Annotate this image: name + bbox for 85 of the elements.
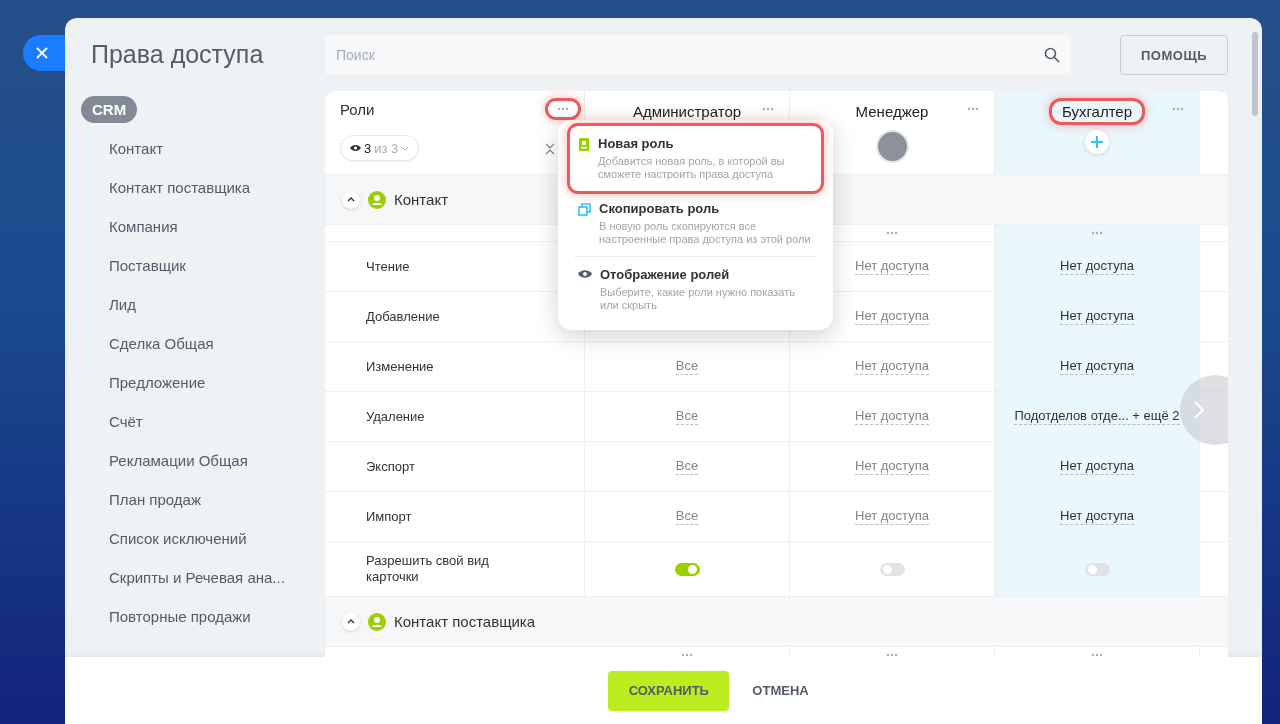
- sidebar-item[interactable]: Рекламации Общая: [109, 441, 248, 480]
- chevron-icon: [347, 197, 355, 202]
- scrollbar[interactable]: [1252, 32, 1258, 116]
- add-user-button[interactable]: [1085, 130, 1109, 154]
- access-value[interactable]: Нет доступа: [855, 258, 929, 275]
- caret-icon: [401, 145, 410, 151]
- menu-item[interactable]: Новая роль Добавится новая роль, в которой вы сможете настроить права доступа: [570, 126, 821, 191]
- access-value[interactable]: Нет доступа: [1060, 308, 1134, 325]
- more-icon: [886, 231, 898, 235]
- search-icon: [1044, 47, 1060, 63]
- menu-item[interactable]: Скопировать роль В новую роль скопируются все настроенные права доступа из этой роли: [570, 191, 821, 256]
- more-icon: [557, 107, 569, 111]
- toggle-switch[interactable]: [674, 562, 700, 576]
- access-value[interactable]: Нет доступа: [855, 358, 929, 375]
- permission-label: Экспорт: [366, 458, 416, 475]
- eye-icon: [578, 269, 592, 279]
- roles-filter[interactable]: 3 из 3: [340, 135, 420, 161]
- more-icon: [762, 107, 774, 111]
- chevron-icon: [347, 619, 355, 624]
- permission-label: Чтение: [366, 258, 411, 275]
- more-button[interactable]: [548, 101, 578, 117]
- more-icon: [1172, 107, 1184, 111]
- user-icon: [368, 612, 386, 631]
- sidebar-item[interactable]: Список исключений: [109, 519, 247, 558]
- plus-icon: [1090, 135, 1104, 149]
- access-value[interactable]: Нет доступа: [855, 408, 929, 425]
- role-name: Администратор: [631, 102, 743, 122]
- access-value[interactable]: Нет доступа: [855, 308, 929, 325]
- more-icon: [886, 653, 898, 657]
- collapse-icon[interactable]: [545, 143, 555, 155]
- sidebar-item[interactable]: Повторные продажи: [109, 597, 251, 636]
- access-value[interactable]: Нет доступа: [855, 458, 929, 475]
- access-value[interactable]: Все: [675, 458, 699, 475]
- menu-item[interactable]: Отображение ролей Выберите, какие роли нужно показать или скрыть: [570, 257, 821, 322]
- contact-card-icon: [578, 138, 590, 151]
- sidebar-item[interactable]: Контакт: [109, 129, 163, 168]
- access-value[interactable]: Нет доступа: [855, 508, 929, 525]
- filter-total: из 3: [374, 140, 399, 156]
- sidebar-group[interactable]: CRM: [81, 96, 138, 123]
- access-value[interactable]: Нет доступа: [1060, 458, 1134, 475]
- permission-label: Разрешить свой вид карточки: [366, 553, 490, 585]
- section-title: Контакт: [394, 191, 448, 208]
- sidebar-item[interactable]: Сделка Общая: [109, 324, 214, 363]
- more-icon: [681, 653, 693, 657]
- sidebar-item[interactable]: Поставщик: [109, 246, 186, 285]
- sidebar-item[interactable]: Лид: [109, 285, 136, 324]
- access-value[interactable]: Нет доступа: [1060, 358, 1134, 375]
- more-icon: [967, 107, 979, 111]
- sidebar-item[interactable]: Счёт: [109, 402, 143, 441]
- access-value[interactable]: Нет доступа: [1060, 258, 1134, 275]
- toggle-switch[interactable]: [879, 562, 905, 576]
- user-icon: [368, 190, 386, 209]
- chevron-icon: [1194, 401, 1204, 419]
- sidebar-item[interactable]: Предложение: [109, 363, 206, 402]
- more-icon: [1091, 653, 1103, 657]
- permission-label: Удаление: [366, 408, 426, 425]
- access-value[interactable]: Все: [675, 508, 699, 525]
- collapse-button[interactable]: [342, 612, 360, 631]
- close-icon: [36, 47, 48, 59]
- permission-label: Добавление: [366, 308, 441, 325]
- cancel-button[interactable]: ОТМЕНА: [746, 670, 815, 711]
- access-value[interactable]: Все: [675, 408, 699, 425]
- section-title: Контакт поставщика: [394, 613, 536, 630]
- sidebar-item[interactable]: Контакт поставщика: [109, 168, 251, 207]
- eye-icon: [350, 144, 361, 152]
- column-header: Роли: [340, 101, 375, 118]
- sidebar-item[interactable]: Компания: [109, 207, 178, 246]
- more-icon: [1091, 231, 1103, 235]
- page-title: Права доступа: [91, 40, 264, 70]
- avatar: [875, 130, 909, 163]
- copy-icon: [578, 203, 591, 216]
- permission-label: Импорт: [366, 508, 413, 525]
- help-button[interactable]: ПОМОЩЬ: [1120, 35, 1228, 75]
- permission-label: Изменение: [366, 358, 435, 375]
- filter-count: 3: [364, 140, 372, 156]
- sidebar-item[interactable]: Скрипты и Речевая ана...: [109, 558, 285, 597]
- collapse-button[interactable]: [342, 190, 360, 209]
- access-value[interactable]: Нет доступа: [1060, 508, 1134, 525]
- sidebar-item[interactable]: План продаж: [109, 480, 201, 519]
- toggle-switch[interactable]: [1084, 562, 1110, 576]
- search-field[interactable]: Поиск: [325, 35, 1071, 75]
- role-name: Менеджер: [854, 102, 930, 122]
- role-name: Бухгалтер: [1051, 101, 1143, 122]
- access-value[interactable]: Все: [675, 358, 699, 375]
- save-button[interactable]: СОХРАНИТЬ: [608, 670, 730, 711]
